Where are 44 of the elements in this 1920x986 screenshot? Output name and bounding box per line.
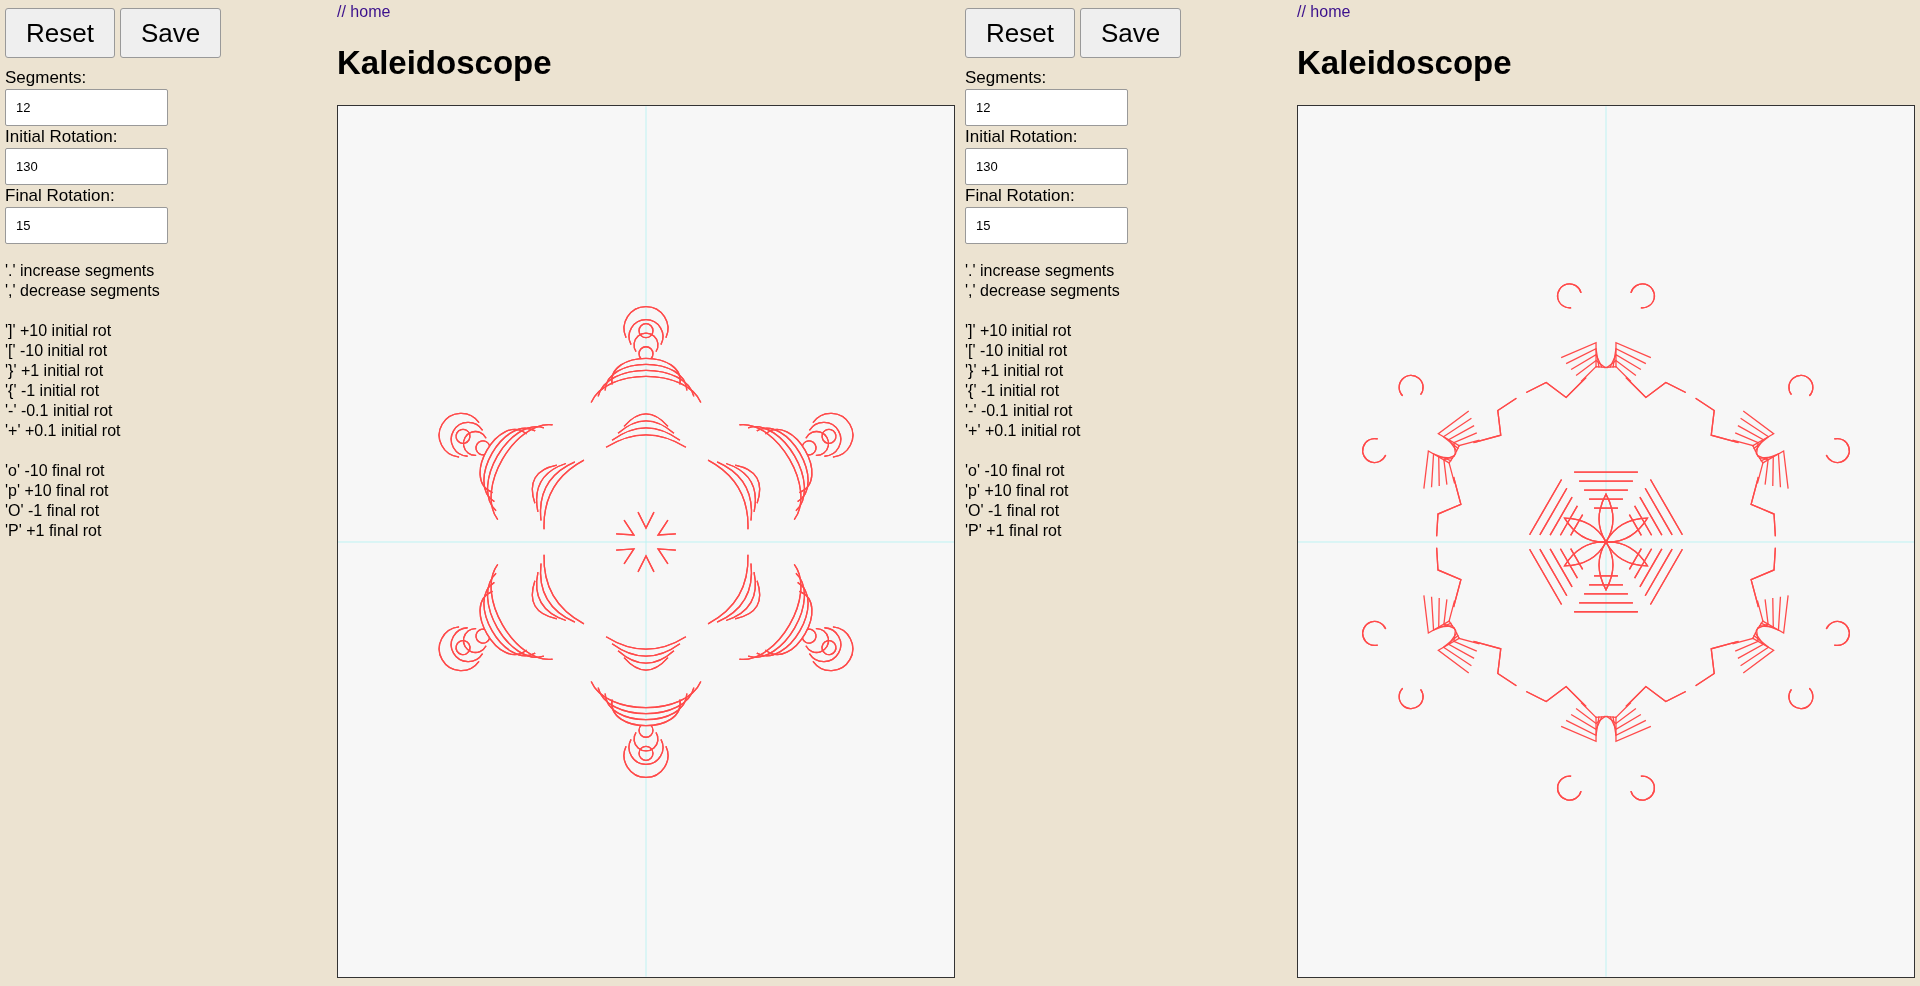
toolbar-button[interactable]: Save <box>119 8 222 58</box>
shortcut-text: '[' -10 initial rot <box>965 341 1069 361</box>
shortcut-text: '-' -0.1 initial rot <box>5 401 114 421</box>
shortcut-text: 'o' -10 final rot <box>5 461 106 481</box>
shortcut-text: '[' -10 initial rot <box>5 341 109 361</box>
shortcut-text: '}' +1 initial rot <box>965 361 1065 381</box>
number-field[interactable]: 15 <box>5 207 168 244</box>
home-link[interactable]: // home <box>1297 2 1351 22</box>
shortcut-text: '.' increase segments <box>965 261 1116 281</box>
field-label: Initial Rotation: <box>965 127 1079 147</box>
shortcut-text: '+' +0.1 initial rot <box>5 421 122 441</box>
field-label: Initial Rotation: <box>5 127 119 147</box>
toolbar-button[interactable]: Reset <box>965 8 1075 58</box>
number-field[interactable]: 130 <box>5 148 168 185</box>
toolbar-button[interactable]: Reset <box>5 8 115 58</box>
shortcut-text: ',' decrease segments <box>5 281 161 301</box>
shortcut-text: 'p' +10 final rot <box>965 481 1070 501</box>
home-link[interactable]: // home <box>337 2 391 22</box>
field-label: Segments: <box>5 68 88 88</box>
field-label: Final Rotation: <box>5 186 116 206</box>
shortcut-text: ']' +10 initial rot <box>965 321 1073 341</box>
shortcut-text: 'O' -1 final rot <box>965 501 1061 521</box>
toolbar-button[interactable]: Save <box>1079 8 1182 58</box>
number-field[interactable]: 130 <box>965 148 1128 185</box>
shortcut-text: '{' -1 initial rot <box>5 381 101 401</box>
shortcut-text: '}' +1 initial rot <box>5 361 105 381</box>
page-title: Kaleidoscope <box>337 43 552 83</box>
shortcut-text: '-' -0.1 initial rot <box>965 401 1074 421</box>
shortcut-text: 'P' +1 final rot <box>965 521 1063 541</box>
shortcut-text: 'p' +10 final rot <box>5 481 110 501</box>
shortcut-text: '.' increase segments <box>5 261 156 281</box>
field-label: Segments: <box>965 68 1048 88</box>
field-label: Final Rotation: <box>965 186 1076 206</box>
shortcut-text: ',' decrease segments <box>965 281 1121 301</box>
number-field[interactable]: 12 <box>965 89 1128 126</box>
number-field[interactable]: 12 <box>5 89 168 126</box>
shortcut-text: 'O' -1 final rot <box>5 501 101 521</box>
page-title: Kaleidoscope <box>1297 43 1512 83</box>
shortcut-text: ']' +10 initial rot <box>5 321 113 341</box>
shortcut-text: '+' +0.1 initial rot <box>965 421 1082 441</box>
shortcut-text: 'P' +1 final rot <box>5 521 103 541</box>
number-field[interactable]: 15 <box>965 207 1128 244</box>
shortcut-text: 'o' -10 final rot <box>965 461 1066 481</box>
shortcut-text: '{' -1 initial rot <box>965 381 1061 401</box>
